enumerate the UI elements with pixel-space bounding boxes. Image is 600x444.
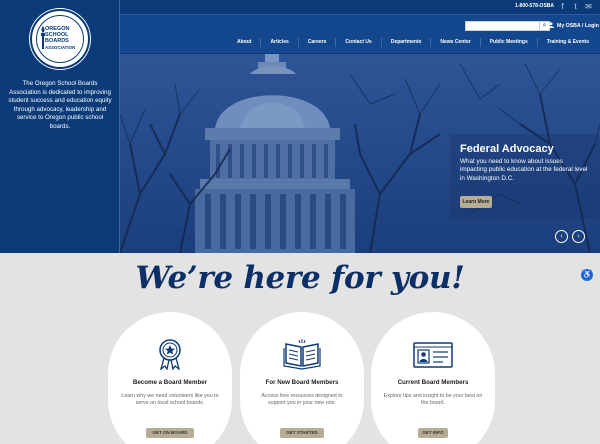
chevron-right-icon[interactable]: › xyxy=(572,230,585,243)
main-nav: About Articles Careers Contact Us Depart… xyxy=(120,38,600,47)
get-on-board-button[interactable]: GET ON BOARD xyxy=(146,428,194,438)
user-icon xyxy=(548,22,554,28)
mission-statement: The Oregon School Boards Association is … xyxy=(8,80,112,130)
nav-item-contact-us[interactable]: Contact Us xyxy=(335,38,380,47)
nav-item-public-meetings[interactable]: Public Meetings xyxy=(479,38,537,47)
chevron-left-icon[interactable]: ‹ xyxy=(555,230,568,243)
card-become-board-member: Become a Board Member Learn why we need … xyxy=(108,312,232,444)
hero-banner: Federal Advocacy What you need to know a… xyxy=(120,54,600,253)
accessibility-icon[interactable]: ♿ xyxy=(581,269,593,281)
account-link[interactable]: My OSBA / Login xyxy=(548,22,599,29)
open-book-icon xyxy=(283,339,321,370)
nav-item-articles[interactable]: Articles xyxy=(260,38,297,47)
email-icon[interactable]: ✉ xyxy=(584,2,593,11)
nav-item-careers[interactable]: Careers xyxy=(297,38,336,47)
get-started-button[interactable]: GET STARTED xyxy=(280,428,324,438)
card-description: Learn why we need volunteers like you to… xyxy=(121,393,219,407)
id-card-icon xyxy=(413,342,453,368)
page-headline: We’re here for you! xyxy=(135,260,465,296)
get-info-button[interactable]: GET INFO xyxy=(418,428,448,438)
osba-logo[interactable]: OREGON SCHOOL BOARDS ASSOCIATION xyxy=(30,9,90,69)
nav-item-training-events[interactable]: Training & Events xyxy=(536,38,598,47)
hero-title: Federal Advocacy xyxy=(460,143,554,155)
hero-description: What you need to know about issues impac… xyxy=(460,158,588,182)
search-input[interactable] xyxy=(465,21,540,31)
nav-band: ⌕ My OSBA / Login xyxy=(120,14,600,53)
facebook-icon[interactable]: f xyxy=(558,2,567,11)
card-current-board-members: Current Board Members Explore tips and i… xyxy=(371,312,495,444)
sidebar: OREGON SCHOOL BOARDS ASSOCIATION The Ore… xyxy=(0,0,120,253)
card-title: Current Board Members xyxy=(397,379,469,386)
logo-wordmark: OREGON SCHOOL BOARDS ASSOCIATION xyxy=(45,26,81,51)
card-description: Explore tips and insight to be your best… xyxy=(383,393,483,407)
nav-item-departments[interactable]: Departments xyxy=(380,38,431,47)
card-title: For New Board Members xyxy=(265,379,339,386)
phone-number[interactable]: 1-800-578-OSBA xyxy=(515,3,554,9)
twitter-icon[interactable]: t xyxy=(571,2,580,11)
card-description: Access free resources designed to suppor… xyxy=(261,393,343,407)
logo-line: ASSOCIATION xyxy=(45,44,76,50)
award-ribbon-icon xyxy=(159,339,181,370)
account-label: My OSBA / Login xyxy=(557,23,599,29)
learn-more-button[interactable]: Learn More xyxy=(460,196,492,208)
nav-item-news-center[interactable]: News Center xyxy=(430,38,479,47)
utility-bar: 1-800-578-OSBA f t ✉ xyxy=(120,0,600,14)
nav-item-about[interactable]: About xyxy=(228,38,260,47)
card-new-board-members: For New Board Members Access free resour… xyxy=(240,312,364,444)
card-title: Become a Board Member xyxy=(132,379,208,386)
